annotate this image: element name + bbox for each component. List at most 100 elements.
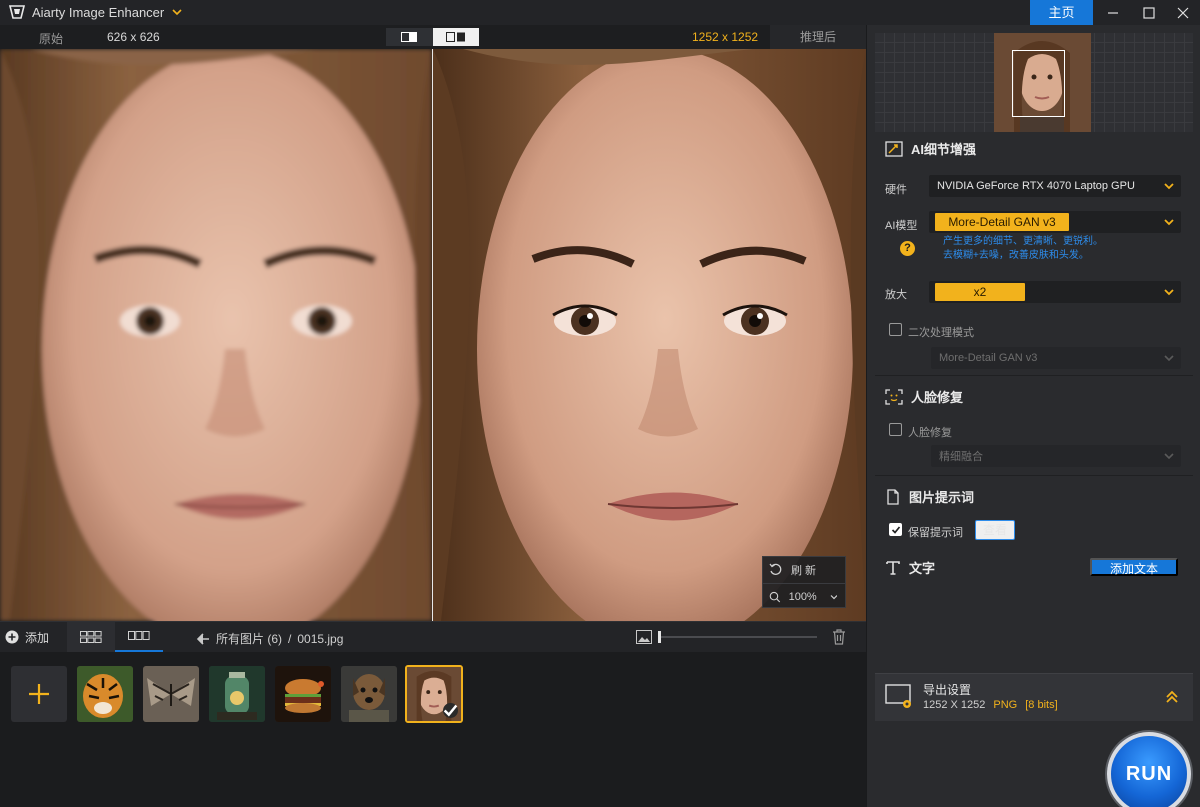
original-label: 原始 [39, 32, 64, 46]
dog-image [341, 666, 397, 722]
navigator-viewport-frame[interactable] [1012, 50, 1065, 117]
export-format: PNG [993, 699, 1018, 711]
compare-mode-toggle [386, 28, 479, 46]
zoom-level: 100% [788, 590, 817, 603]
thumbnail-jar[interactable] [209, 666, 265, 722]
preview-float-tools: 刷 新 100% [762, 556, 846, 608]
ai-model-label: AI模型 [885, 220, 918, 232]
chevron-up-double-icon[interactable] [1165, 690, 1179, 704]
scale-label: 放大 [885, 289, 907, 301]
chevron-down-icon[interactable] [171, 6, 183, 18]
add-image-tile[interactable] [11, 666, 67, 722]
face-restore-mode-select[interactable]: 精细融合 [931, 445, 1181, 467]
breadcrumb-all-images[interactable]: 所有图片 (6) [216, 630, 282, 647]
checkmark-icon [891, 525, 900, 534]
scale-select[interactable]: x2 [929, 281, 1181, 303]
grid-view-icon [80, 631, 102, 643]
plus-circle-icon [5, 630, 19, 644]
breadcrumb-current-file: 0015.jpg [297, 631, 344, 646]
hardware-value: NVIDIA GeForce RTX 4070 Laptop GPU [937, 180, 1135, 192]
split-view-icon [401, 32, 418, 42]
view-prompt-button[interactable]: 查看 [975, 520, 1015, 540]
thumbnail-butterfly[interactable] [143, 666, 199, 722]
chevron-down-icon [1164, 289, 1174, 296]
run-button[interactable]: RUN [1107, 732, 1191, 807]
trash-icon[interactable] [832, 629, 846, 645]
enhance-icon [885, 140, 903, 157]
thumbnail-dog[interactable] [341, 666, 397, 722]
enhanced-image [433, 49, 866, 621]
thumbnail-size-slider-handle[interactable] [658, 631, 661, 643]
side-by-side-icon [445, 32, 465, 42]
section-divider [875, 475, 1193, 476]
second-pass-checkbox[interactable] [889, 323, 902, 336]
face-restore-mode-value: 精细融合 [939, 451, 983, 463]
compare-header: 原始 626 x 626 1252 x 1252 [0, 25, 866, 49]
second-pass-model-select[interactable]: More-Detail GAN v3 [931, 347, 1181, 369]
back-arrow-icon[interactable] [196, 632, 210, 645]
refresh-button[interactable]: 刷 新 [763, 557, 845, 583]
export-bit-depth: [8 bits] [1025, 699, 1058, 711]
text-icon [886, 560, 900, 575]
refresh-icon [769, 563, 782, 575]
minimize-button[interactable] [1095, 0, 1130, 25]
grid-view-button[interactable] [67, 622, 115, 652]
breadcrumb-separator: / [288, 631, 292, 646]
keep-prompt-checkbox[interactable] [889, 523, 902, 536]
plus-icon [29, 684, 49, 704]
breadcrumb: 所有图片 (6) / 0015.jpg [196, 630, 343, 647]
thumbnail-burger[interactable] [275, 666, 331, 722]
add-label: 添加 [25, 630, 50, 645]
text-title: 文字 [909, 561, 936, 576]
ai-model-select[interactable]: More-Detail GAN v3 [929, 211, 1181, 233]
add-text-button[interactable]: 添加文本 [1090, 558, 1178, 576]
chevron-down-icon [1164, 219, 1174, 226]
maximize-button[interactable] [1131, 0, 1166, 25]
side-by-side-button[interactable] [432, 28, 479, 46]
hardware-select[interactable]: NVIDIA GeForce RTX 4070 Laptop GPU [929, 175, 1181, 197]
navigator-preview[interactable] [875, 33, 1193, 132]
export-title: 导出设置 [923, 683, 972, 697]
scale-value: x2 [935, 283, 1025, 301]
chevron-down-icon [1164, 453, 1174, 460]
enhanced-preview[interactable] [433, 49, 866, 621]
home-button[interactable]: 主页 [1030, 0, 1093, 25]
strip-view-button[interactable] [115, 622, 163, 652]
face-restore-checkbox[interactable] [889, 423, 902, 436]
title-bar: Aiarty Image Enhancer 主页 [0, 0, 1200, 25]
close-button[interactable] [1165, 0, 1200, 25]
face-restore-title: 人脸修复 [911, 390, 964, 405]
help-icon[interactable]: ? [900, 241, 915, 256]
section-divider [875, 375, 1193, 376]
face-scan-icon [885, 388, 903, 405]
refresh-label: 刷 新 [791, 565, 817, 577]
ai-enhance-section-header: AI细节增强 [885, 139, 976, 158]
butterfly-image [143, 666, 199, 722]
second-pass-model-value: More-Detail GAN v3 [939, 352, 1038, 364]
zoom-select[interactable]: 100% [763, 583, 845, 609]
original-preview[interactable] [0, 49, 432, 621]
settings-panel: AI细节增强 硬件 NVIDIA GeForce RTX 4070 Laptop… [866, 25, 1200, 807]
export-size: 1252 X 1252 [923, 699, 986, 711]
thumbnail-size-slider[interactable] [659, 636, 817, 638]
thumbnail-strip [0, 652, 866, 807]
thumbnail-tiger[interactable] [77, 666, 133, 722]
document-icon [887, 488, 899, 505]
enhanced-size: 1252 x 1252 [692, 30, 759, 44]
zoom-icon [769, 591, 781, 602]
original-size: 626 x 626 [107, 30, 160, 44]
jar-image [209, 666, 265, 722]
tiger-image [77, 666, 133, 722]
ai-model-hint-2: 去模糊+去噪，改善皮肤和头发。 [943, 250, 1089, 261]
export-info: 1252 X 1252 PNG [8 bits] [923, 699, 1058, 711]
ai-enhance-title: AI细节增强 [911, 142, 977, 157]
gallery-toolbar: 添加 所有图片 (6) / 0015.jpg [0, 621, 866, 652]
ai-model-hint-1: 产生更多的细节、更清晰、更锐利。 [943, 236, 1103, 247]
add-image-button[interactable]: 添加 [0, 622, 67, 652]
split-view-button[interactable] [386, 28, 433, 46]
image-size-icon [636, 630, 652, 644]
export-settings[interactable]: 导出设置 1252 X 1252 PNG [8 bits] [875, 673, 1193, 721]
thumbnail-portrait[interactable] [405, 665, 463, 723]
app-logo-icon [8, 5, 26, 19]
original-image [0, 49, 432, 621]
